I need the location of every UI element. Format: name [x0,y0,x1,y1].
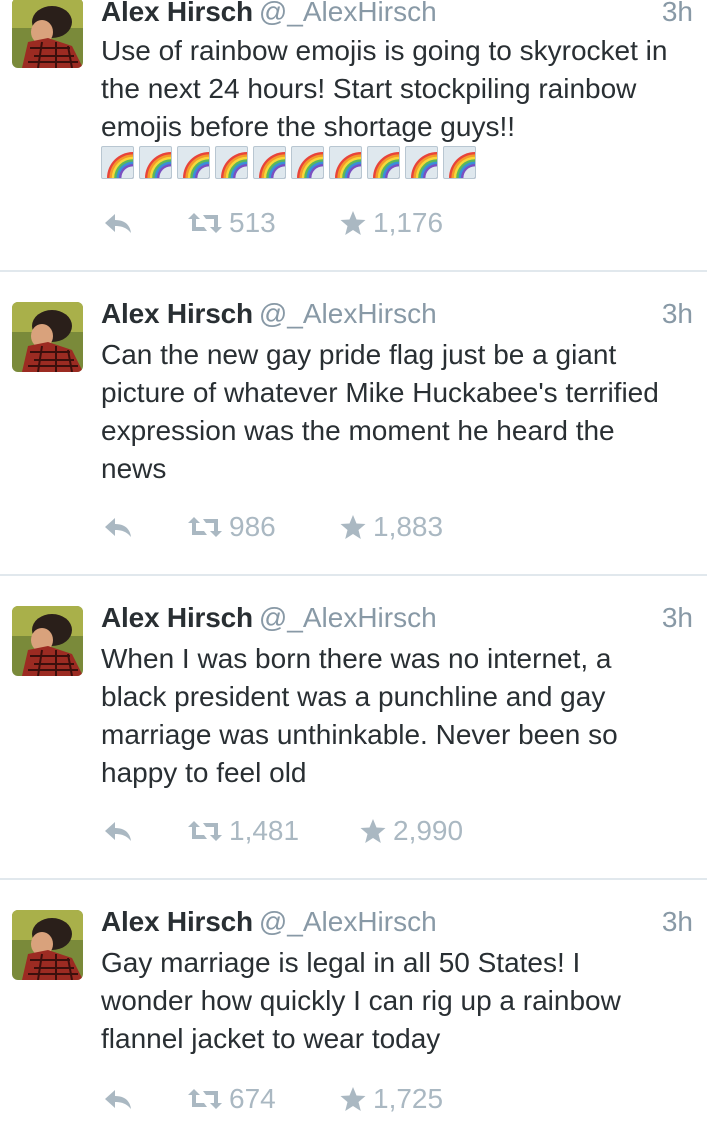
rainbow-emoji-icon [405,146,438,179]
rainbow-emoji-icon [253,146,286,179]
reply-icon [105,1090,131,1109]
reply-button[interactable] [103,203,133,243]
timestamp[interactable]: 3h [662,0,693,28]
rainbow-emoji-icon [291,146,324,179]
rainbow-emoji-icon [177,146,210,179]
timeline: Alex Hirsch @_AlexHirsch 3h Use of rainbo… [0,0,707,1128]
retweet-icon [188,821,222,841]
tweet[interactable]: Alex Hirsch @_AlexHirsch 3h Use of rainbo… [0,0,707,272]
tweet-text: Can the new gay pride flag just be a gia… [101,339,659,484]
rainbow-emoji-icon [329,146,362,179]
reply-icon [105,518,131,537]
retweet-button[interactable]: 513 [187,203,276,243]
tweet[interactable]: Alex Hirsch @_AlexHirsch 3h Gay marriage … [0,880,707,1128]
retweet-count: 986 [229,511,276,542]
tweet-header: Alex Hirsch @_AlexHirsch 3h [101,298,693,332]
author-name[interactable]: Alex Hirsch [101,906,253,937]
star-icon [360,819,386,843]
reply-button[interactable] [103,507,133,547]
retweet-icon [188,517,222,537]
tweet-text: When I was born there was no internet, a… [101,643,618,788]
retweet-count: 513 [229,207,276,238]
author-handle[interactable]: @_AlexHirsch [259,298,437,329]
retweet-button[interactable]: 986 [187,507,276,547]
tweet[interactable]: Alex Hirsch @_AlexHirsch 3h Can the new g… [0,272,707,576]
author-name[interactable]: Alex Hirsch [101,602,253,633]
tweet-text: Use of rainbow emojis is going to skyroc… [101,35,668,142]
favorite-count: 2,990 [393,815,464,846]
author-name[interactable]: Alex Hirsch [101,298,253,329]
reply-button[interactable] [103,1079,133,1119]
favorite-button[interactable]: 1,883 [339,507,443,547]
tweet-header: Alex Hirsch @_AlexHirsch 3h [101,0,693,30]
rainbow-emoji-icon [215,146,248,179]
favorite-count: 1,725 [373,1083,444,1114]
avatar[interactable] [12,302,83,372]
rainbow-emoji-icon [139,146,172,179]
author-handle[interactable]: @_AlexHirsch [259,602,437,633]
retweet-count: 1,481 [229,815,300,846]
timestamp[interactable]: 3h [662,602,693,634]
emoji-row [101,146,476,182]
retweet-button[interactable]: 1,481 [187,811,299,851]
retweet-button[interactable]: 674 [187,1079,276,1119]
retweet-count: 674 [229,1083,276,1114]
star-icon [340,211,366,235]
retweet-icon [188,213,222,233]
reply-icon [105,822,131,841]
favorite-button[interactable]: 1,176 [339,203,443,243]
rainbow-emoji-icon [367,146,400,179]
retweet-icon [188,1089,222,1109]
timestamp[interactable]: 3h [662,906,693,938]
author-name[interactable]: Alex Hirsch [101,0,253,27]
tweet[interactable]: Alex Hirsch @_AlexHirsch 3h When I was bo… [0,576,707,880]
favorite-count: 1,176 [373,207,444,238]
tweet-text: Gay marriage is legal in all 50 States! … [101,947,621,1054]
rainbow-emoji-icon [101,146,134,179]
author-handle[interactable]: @_AlexHirsch [259,0,437,27]
rainbow-emoji-icon [443,146,476,179]
avatar[interactable] [12,0,83,68]
favorite-button[interactable]: 1,725 [339,1079,443,1119]
favorite-button[interactable]: 2,990 [359,811,463,851]
tweet-header: Alex Hirsch @_AlexHirsch 3h [101,906,693,940]
avatar[interactable] [12,910,83,980]
star-icon [340,515,366,539]
avatar[interactable] [12,606,83,676]
author-handle[interactable]: @_AlexHirsch [259,906,437,937]
reply-button[interactable] [103,811,133,851]
favorite-count: 1,883 [373,511,444,542]
tweet-header: Alex Hirsch @_AlexHirsch 3h [101,602,693,636]
timestamp[interactable]: 3h [662,298,693,330]
reply-icon [105,214,131,233]
star-icon [340,1087,366,1111]
